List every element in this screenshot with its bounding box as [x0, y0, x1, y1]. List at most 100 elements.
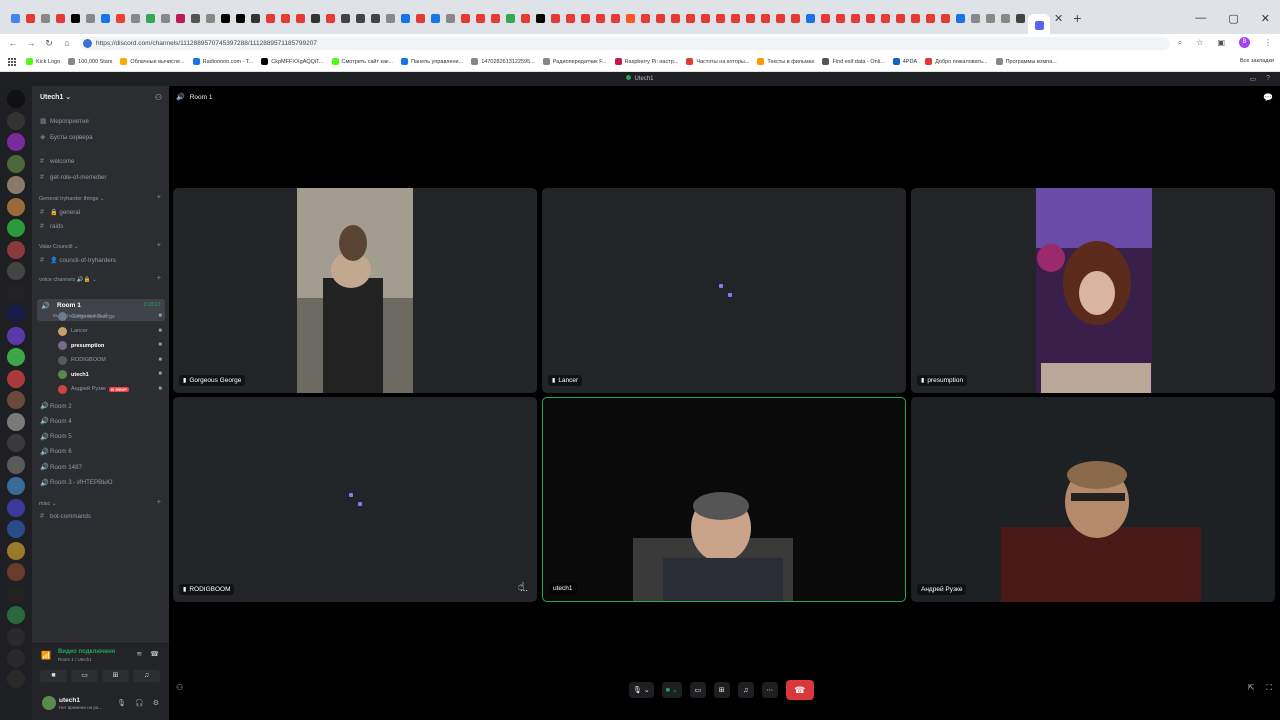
server-icon[interactable]	[7, 477, 25, 495]
browser-tab[interactable]	[698, 11, 713, 26]
server-icon[interactable]	[7, 669, 25, 688]
server-icon[interactable]	[7, 648, 25, 667]
server-icon[interactable]	[7, 176, 25, 194]
browser-tab[interactable]	[8, 11, 23, 26]
server-icon[interactable]	[7, 391, 25, 409]
category-valar[interactable]: Valar Councill ⌄	[39, 244, 79, 250]
browser-tab[interactable]	[353, 11, 368, 26]
browser-tab[interactable]	[848, 11, 863, 26]
server-icon[interactable]	[7, 584, 25, 603]
server-icon[interactable]	[7, 541, 25, 560]
username[interactable]: utech1	[59, 697, 80, 704]
browser-tab[interactable]	[758, 11, 773, 26]
video-tile-lancer[interactable]: ▮ Lancer	[542, 188, 906, 393]
browser-tab[interactable]	[923, 11, 938, 26]
events-item[interactable]: ▦ Мероприятия	[40, 117, 89, 126]
browser-tab[interactable]	[308, 11, 323, 26]
browser-tab[interactable]	[158, 11, 173, 26]
popout-icon[interactable]: ⇱	[1248, 683, 1255, 693]
browser-tab[interactable]	[863, 11, 878, 26]
browser-tab[interactable]	[503, 11, 518, 26]
noise-suppression-icon[interactable]: ≋	[136, 650, 142, 658]
browser-tab[interactable]	[803, 11, 818, 26]
server-icon[interactable]	[7, 154, 25, 173]
server-icon[interactable]	[7, 627, 25, 646]
voice-room[interactable]: 🔊 Room 6	[40, 448, 72, 456]
voice-room-link[interactable]: Room 1 / Utech1	[58, 657, 92, 662]
browser-tab[interactable]	[683, 11, 698, 26]
browser-tab[interactable]	[428, 11, 443, 26]
browser-tab[interactable]	[338, 11, 353, 26]
channel-general[interactable]: # 🔒 general	[40, 208, 80, 217]
category-misc[interactable]: misc ⌄	[39, 501, 56, 507]
bookmark-item[interactable]: Программы компа...	[995, 58, 1057, 65]
browser-tab[interactable]	[113, 11, 128, 26]
browser-tab[interactable]	[83, 11, 98, 26]
browser-tab[interactable]	[248, 11, 263, 26]
browser-tab[interactable]	[53, 11, 68, 26]
bookmark-item[interactable]: Радиопередатчик F...	[542, 58, 607, 65]
browser-tab[interactable]	[998, 11, 1013, 26]
settings-gear-icon[interactable]: ⚙	[153, 699, 159, 707]
browser-tab[interactable]	[713, 11, 728, 26]
voice-room[interactable]: 🔊 Room 3 - ИНТЕРВЬЮ	[40, 479, 113, 487]
close-tab-icon[interactable]: ✕	[1054, 12, 1063, 25]
voice-room[interactable]: 🔊 Room 2	[40, 402, 72, 411]
server-icon[interactable]	[7, 498, 25, 517]
browser-tab[interactable]	[563, 11, 578, 26]
channel-bot-commands[interactable]: # bot-commands	[40, 513, 91, 520]
voice-member[interactable]: Андрей Рузке В ЭФИР ■	[58, 384, 162, 394]
back-icon[interactable]: ←	[4, 38, 22, 48]
browser-tab[interactable]	[263, 11, 278, 26]
browser-tab[interactable]	[653, 11, 668, 26]
add-channel-icon[interactable]: +	[157, 194, 161, 201]
bookmark-item[interactable]: CkpMFFXXgAQQiT...	[261, 58, 324, 65]
server-icon[interactable]	[7, 520, 25, 538]
disconnect-icon[interactable]: ☎	[150, 650, 159, 658]
stage-users-icon[interactable]: ⚇	[176, 683, 183, 692]
forward-icon[interactable]: →	[22, 38, 40, 48]
browser-tab[interactable]	[218, 11, 233, 26]
server-icon[interactable]	[7, 262, 25, 280]
fullscreen-icon[interactable]: ⛶	[1266, 683, 1272, 693]
browser-tab[interactable]	[458, 11, 473, 26]
channel-get-role[interactable]: # get-role-of-memeber	[40, 174, 106, 181]
browser-tab[interactable]	[548, 11, 563, 26]
browser-tab[interactable]	[728, 11, 743, 26]
voice-member[interactable]: Gorgeous George ■	[58, 312, 162, 321]
browser-tab[interactable]	[23, 11, 38, 26]
browser-tab[interactable]	[908, 11, 923, 26]
browser-tab[interactable]	[128, 11, 143, 26]
browser-tab[interactable]	[188, 11, 203, 26]
browser-tab[interactable]	[938, 11, 953, 26]
screen-share-button[interactable]: ▭	[71, 670, 98, 682]
chat-bubble-icon[interactable]: 💬	[1263, 93, 1273, 102]
server-icon[interactable]	[7, 369, 25, 388]
browser-tab[interactable]	[983, 11, 998, 26]
browser-tab[interactable]	[638, 11, 653, 26]
apps-grid-icon[interactable]	[8, 58, 16, 66]
browser-tab[interactable]	[233, 11, 248, 26]
browser-tab[interactable]	[203, 11, 218, 26]
channel-council[interactable]: # 👤 council-of-tryharders	[40, 256, 116, 265]
browser-tab-active[interactable]	[1028, 14, 1050, 36]
video-tile-gorgeous-george[interactable]: ▮ Gorgeous George	[173, 188, 537, 393]
voice-member[interactable]: presumption ■	[58, 341, 162, 350]
server-icon[interactable]	[7, 455, 25, 474]
browser-tab[interactable]	[953, 11, 968, 26]
server-icon[interactable]	[7, 197, 25, 216]
channel-welcome[interactable]: # welcome	[40, 158, 74, 165]
voice-room[interactable]: 🔊 Room 1487	[40, 463, 82, 472]
server-name[interactable]: Utech1 ⌄	[40, 93, 71, 101]
browser-tab[interactable]	[1013, 11, 1028, 26]
activities-button[interactable]: ⊞	[713, 682, 730, 698]
maximize-icon[interactable]: ▢	[1228, 12, 1238, 25]
server-icon[interactable]	[7, 326, 25, 345]
browser-tab[interactable]	[608, 11, 623, 26]
invite-people-icon[interactable]: ⚇	[155, 93, 162, 102]
browser-tab[interactable]	[473, 11, 488, 26]
channel-raids[interactable]: # raids	[40, 223, 63, 230]
mic-icon[interactable]: 🎙	[117, 699, 126, 707]
video-toggle-button[interactable]: ■ ⌄	[661, 682, 682, 698]
browser-tab[interactable]	[173, 11, 188, 26]
